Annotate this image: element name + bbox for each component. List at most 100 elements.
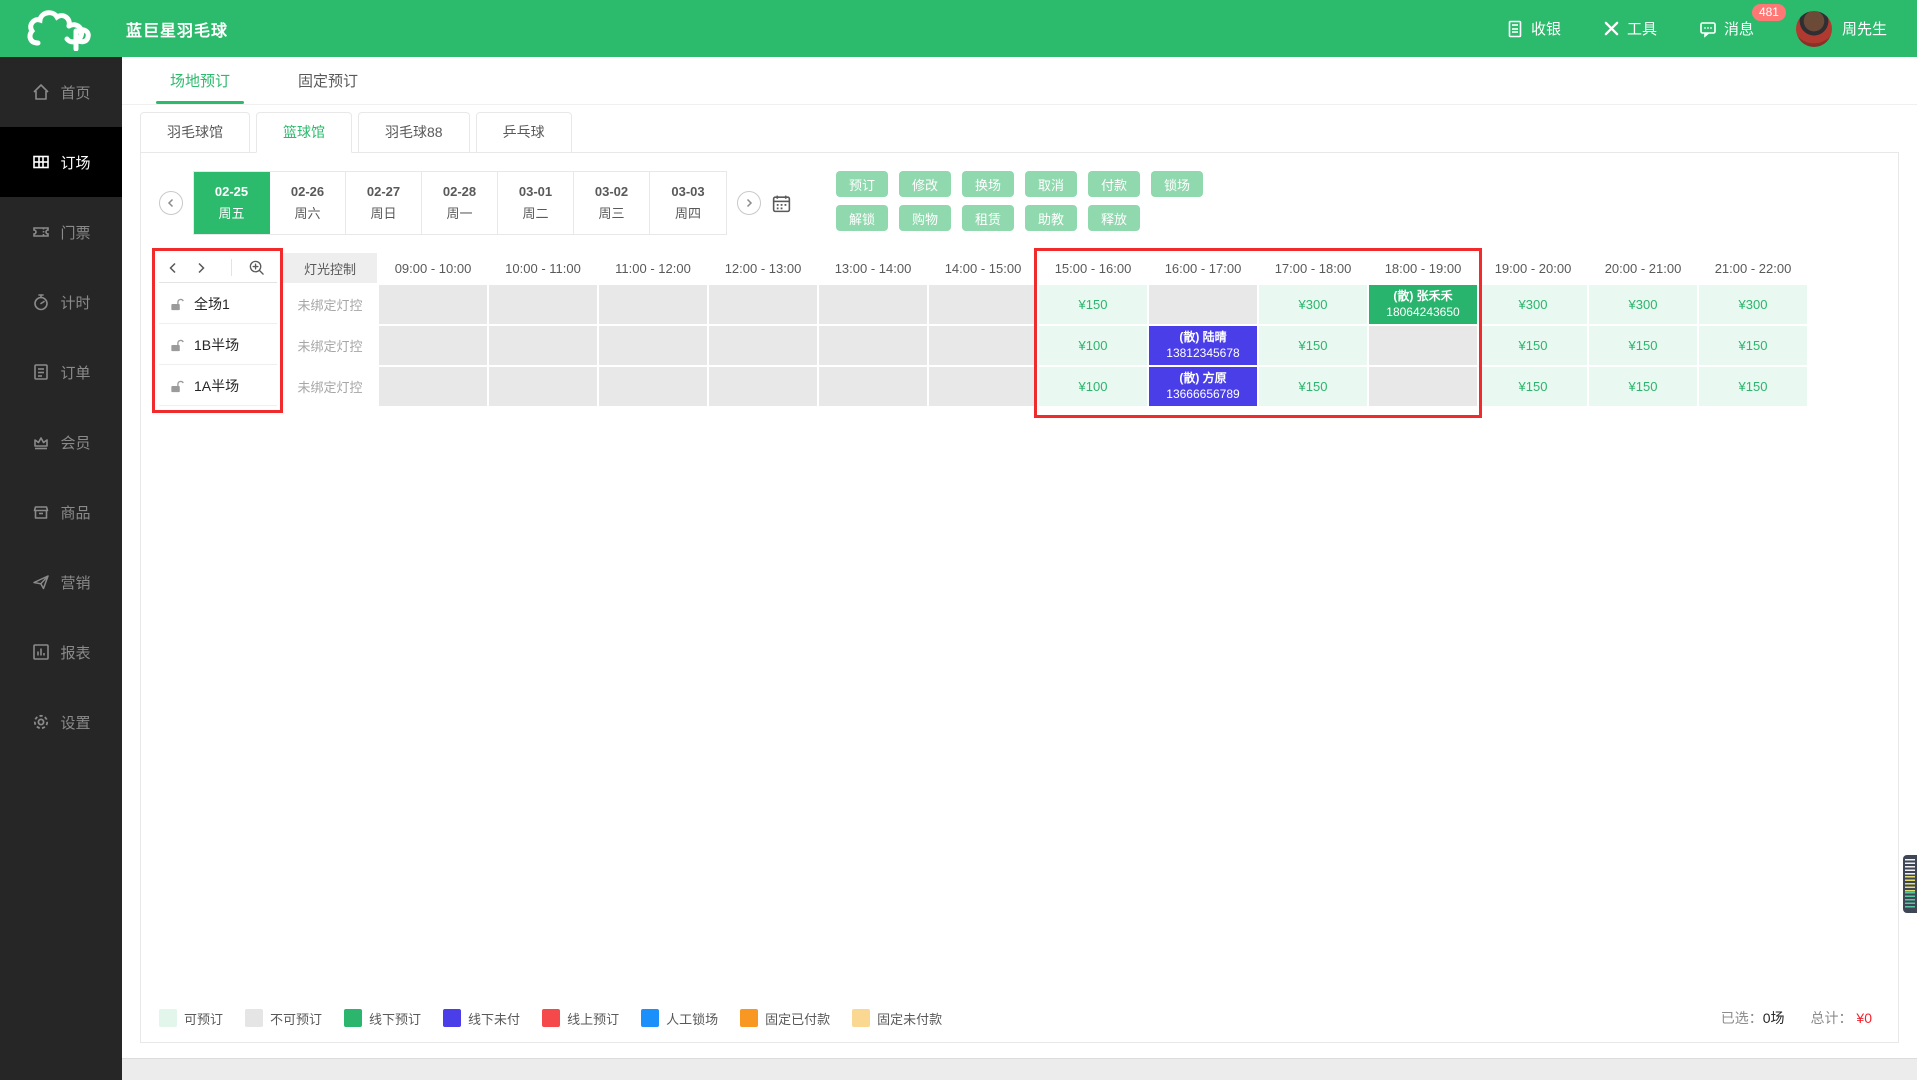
booking-icon — [31, 152, 51, 172]
date-number: 03-03 — [671, 184, 704, 199]
slot-available-r1-c6[interactable]: ¥100 — [1039, 326, 1147, 365]
sidebar-item-booking[interactable]: 订场 — [0, 127, 122, 197]
booking-phone: 13812345678 — [1166, 346, 1239, 362]
sidebar-item-goods[interactable]: 商品 — [0, 477, 122, 547]
avatar — [1796, 11, 1832, 47]
sidebar-item-home[interactable]: 首页 — [0, 57, 122, 127]
messages-icon — [1699, 20, 1717, 38]
ticket-icon — [31, 222, 51, 242]
action-button-助教[interactable]: 助教 — [1025, 205, 1077, 231]
slot-available-r1-c11[interactable]: ¥150 — [1589, 326, 1697, 365]
date-cell-02-27[interactable]: 02-27周日 — [346, 172, 422, 234]
legend-swatch — [245, 1009, 263, 1027]
slot-available-r1-c8[interactable]: ¥150 — [1259, 326, 1367, 365]
action-button-换场[interactable]: 换场 — [962, 171, 1014, 197]
action-button-锁场[interactable]: 锁场 — [1151, 171, 1203, 197]
venue-tabs: 羽毛球馆 篮球馆 羽毛球88 乒乓球 — [122, 105, 1917, 152]
sidebar-item-marketing[interactable]: 营销 — [0, 547, 122, 617]
calendar-icon — [771, 193, 792, 214]
next-week-button[interactable] — [737, 191, 761, 215]
venue-tab-badminton-hall[interactable]: 羽毛球馆 — [140, 112, 250, 153]
action-button-预订[interactable]: 预订 — [836, 171, 888, 197]
booking-name: (散) 方原 — [1179, 371, 1226, 387]
slot-booked-r1-c7[interactable]: (散) 陆晴13812345678 — [1149, 326, 1257, 365]
date-cell-02-28[interactable]: 02-28周一 — [422, 172, 498, 234]
date-number: 02-26 — [291, 184, 324, 199]
action-button-释放[interactable]: 释放 — [1088, 205, 1140, 231]
slot-booked-r0-c9[interactable]: (散) 张禾禾18064243650 — [1369, 285, 1477, 324]
action-button-解锁[interactable]: 解锁 — [836, 205, 888, 231]
action-button-修改[interactable]: 修改 — [899, 171, 951, 197]
main-tabs: 场地预订 固定预订 — [122, 57, 1917, 105]
date-weekday: 周六 — [294, 203, 320, 222]
sidebar-item-timing[interactable]: 计时 — [0, 267, 122, 337]
date-cell-03-01[interactable]: 03-01周二 — [498, 172, 574, 234]
slot-available-r2-c10[interactable]: ¥150 — [1479, 367, 1587, 406]
slot-available-r2-c6[interactable]: ¥100 — [1039, 367, 1147, 406]
sidebar-item-settings[interactable]: 设置 — [0, 687, 122, 757]
app-logo[interactable] — [0, 7, 122, 51]
court-row-全场1[interactable]: 全场1 — [159, 285, 277, 324]
slot-booked-r2-c7[interactable]: (散) 方原13666656789 — [1149, 367, 1257, 406]
venue-tab-pingpong[interactable]: 乒乓球 — [476, 112, 572, 153]
slot-available-r1-c12[interactable]: ¥150 — [1699, 326, 1807, 365]
court-row-1B半场[interactable]: 1B半场 — [159, 326, 277, 365]
grid-wrap: 全场11B半场1A半场 灯光控制09:00 - 10:0010:00 - 11:… — [159, 253, 1880, 406]
tools-button[interactable]: 工具 — [1603, 18, 1657, 39]
slot-available-r0-c6[interactable]: ¥150 — [1039, 285, 1147, 324]
date-cell-02-25[interactable]: 02-25周五 — [194, 172, 270, 234]
cloud-logo-icon — [24, 7, 98, 51]
user-menu[interactable]: 周先生 — [1796, 11, 1887, 47]
sidebar-item-members[interactable]: 会员 — [0, 407, 122, 477]
slot-available-r0-c8[interactable]: ¥300 — [1259, 285, 1367, 324]
slot-unavailable-r2-c2 — [599, 367, 707, 406]
slot-unavailable-r1-c0 — [379, 326, 487, 365]
tab-venue-booking[interactable]: 场地预订 — [156, 57, 244, 104]
slot-available-r0-c12[interactable]: ¥300 — [1699, 285, 1807, 324]
date-strip-cells: 02-25周五 02-26 周六 02-27周日02-28周一03-01周二03-02… — [193, 171, 727, 235]
date-cell-02-26[interactable]: 02-26 周六 — [270, 172, 346, 234]
legend: 可预订不可预订线下预订线下未付线上预订人工锁场固定已付款固定未付款 — [159, 1009, 942, 1028]
legend-swatch — [852, 1009, 870, 1027]
action-button-购物[interactable]: 购物 — [899, 205, 951, 231]
date-cell-03-03[interactable]: 03-03周四 — [650, 172, 726, 234]
scroll-right-icon[interactable] — [195, 262, 207, 274]
zoom-in-icon[interactable] — [248, 259, 265, 276]
tab-fixed-booking[interactable]: 固定预订 — [284, 57, 372, 104]
calendar-picker-button[interactable] — [771, 193, 792, 214]
legend-label: 人工锁场 — [666, 1009, 718, 1028]
member-icon — [31, 432, 51, 452]
slot-available-r0-c10[interactable]: ¥300 — [1479, 285, 1587, 324]
legend-label: 固定已付款 — [765, 1009, 830, 1028]
slot-unavailable-r1-c1 — [489, 326, 597, 365]
time-header-3: 12:00 - 13:00 — [709, 253, 817, 283]
slot-unavailable-r2-c0 — [379, 367, 487, 406]
messages-button[interactable]: 消息 481 — [1699, 18, 1754, 39]
slot-available-r1-c10[interactable]: ¥150 — [1479, 326, 1587, 365]
action-button-取消[interactable]: 取消 — [1025, 171, 1077, 197]
sidebar-item-tickets[interactable]: 门票 — [0, 197, 122, 267]
app-title: 蓝巨星羽毛球 — [126, 17, 228, 41]
court-header — [159, 253, 277, 283]
scroll-left-icon[interactable] — [167, 262, 179, 274]
action-buttons: 预订修改换场取消付款锁场解锁购物租赁助教释放 — [836, 171, 1203, 231]
slot-available-r2-c8[interactable]: ¥150 — [1259, 367, 1367, 406]
court-row-1A半场[interactable]: 1A半场 — [159, 367, 277, 406]
prev-week-button[interactable] — [159, 191, 183, 215]
bottom-strip — [122, 1058, 1917, 1080]
action-button-租赁[interactable]: 租赁 — [962, 205, 1014, 231]
venue-tab-badminton88[interactable]: 羽毛球88 — [358, 112, 470, 153]
action-button-付款[interactable]: 付款 — [1088, 171, 1140, 197]
cashier-button[interactable]: 收银 — [1506, 18, 1561, 39]
sidebar-item-reports[interactable]: 报表 — [0, 617, 122, 687]
sidebar-item-orders[interactable]: 订单 — [0, 337, 122, 407]
slot-available-r2-c11[interactable]: ¥150 — [1589, 367, 1697, 406]
slot-unavailable-r1-c2 — [599, 326, 707, 365]
slot-available-r0-c11[interactable]: ¥300 — [1589, 285, 1697, 324]
slot-unavailable-r0-c3 — [709, 285, 817, 324]
slot-unavailable-r1-c9 — [1369, 326, 1477, 365]
date-cell-03-02[interactable]: 03-02周三 — [574, 172, 650, 234]
slot-available-r2-c12[interactable]: ¥150 — [1699, 367, 1807, 406]
venue-tab-basketball-hall[interactable]: 篮球馆 — [256, 112, 352, 153]
order-icon — [31, 362, 51, 382]
